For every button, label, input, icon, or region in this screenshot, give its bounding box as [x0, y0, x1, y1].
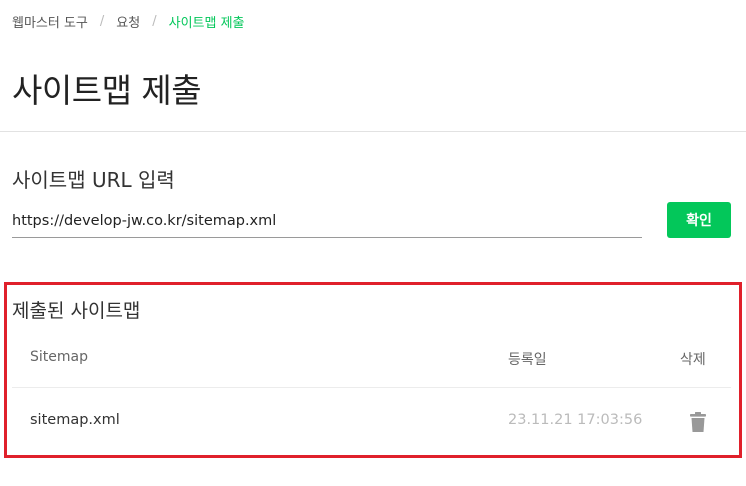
breadcrumb-separator: / [152, 14, 157, 29]
breadcrumb: 웹마스터 도구 / 요청 / 사이트맵 제출 [12, 12, 245, 31]
column-header-date: 등록일 [508, 352, 547, 368]
submitted-sitemaps-title: 제출된 사이트맵 [12, 300, 141, 322]
page-title: 사이트맵 제출 [12, 71, 202, 110]
confirm-button[interactable]: 확인 [667, 202, 731, 238]
breadcrumb-item-webmaster-tools[interactable]: 웹마스터 도구 [12, 12, 88, 31]
column-header-delete: 삭제 [680, 352, 706, 368]
sitemap-url-label: 사이트맵 URL 입력 [12, 168, 175, 192]
breadcrumb-separator: / [99, 14, 105, 29]
sitemap-url-input[interactable] [12, 205, 642, 238]
header-divider [0, 131, 746, 132]
breadcrumb-item-current: 사이트맵 제출 [168, 16, 245, 31]
trash-icon [690, 412, 706, 432]
table-header-divider [12, 387, 731, 388]
delete-button[interactable] [688, 411, 708, 433]
column-header-sitemap: Sitemap [30, 349, 88, 365]
row-registered-date: 23.11.21 17:03:56 [508, 412, 643, 428]
row-sitemap-name[interactable]: sitemap.xml [30, 412, 120, 428]
breadcrumb-item-request[interactable]: 요청 [116, 12, 140, 31]
